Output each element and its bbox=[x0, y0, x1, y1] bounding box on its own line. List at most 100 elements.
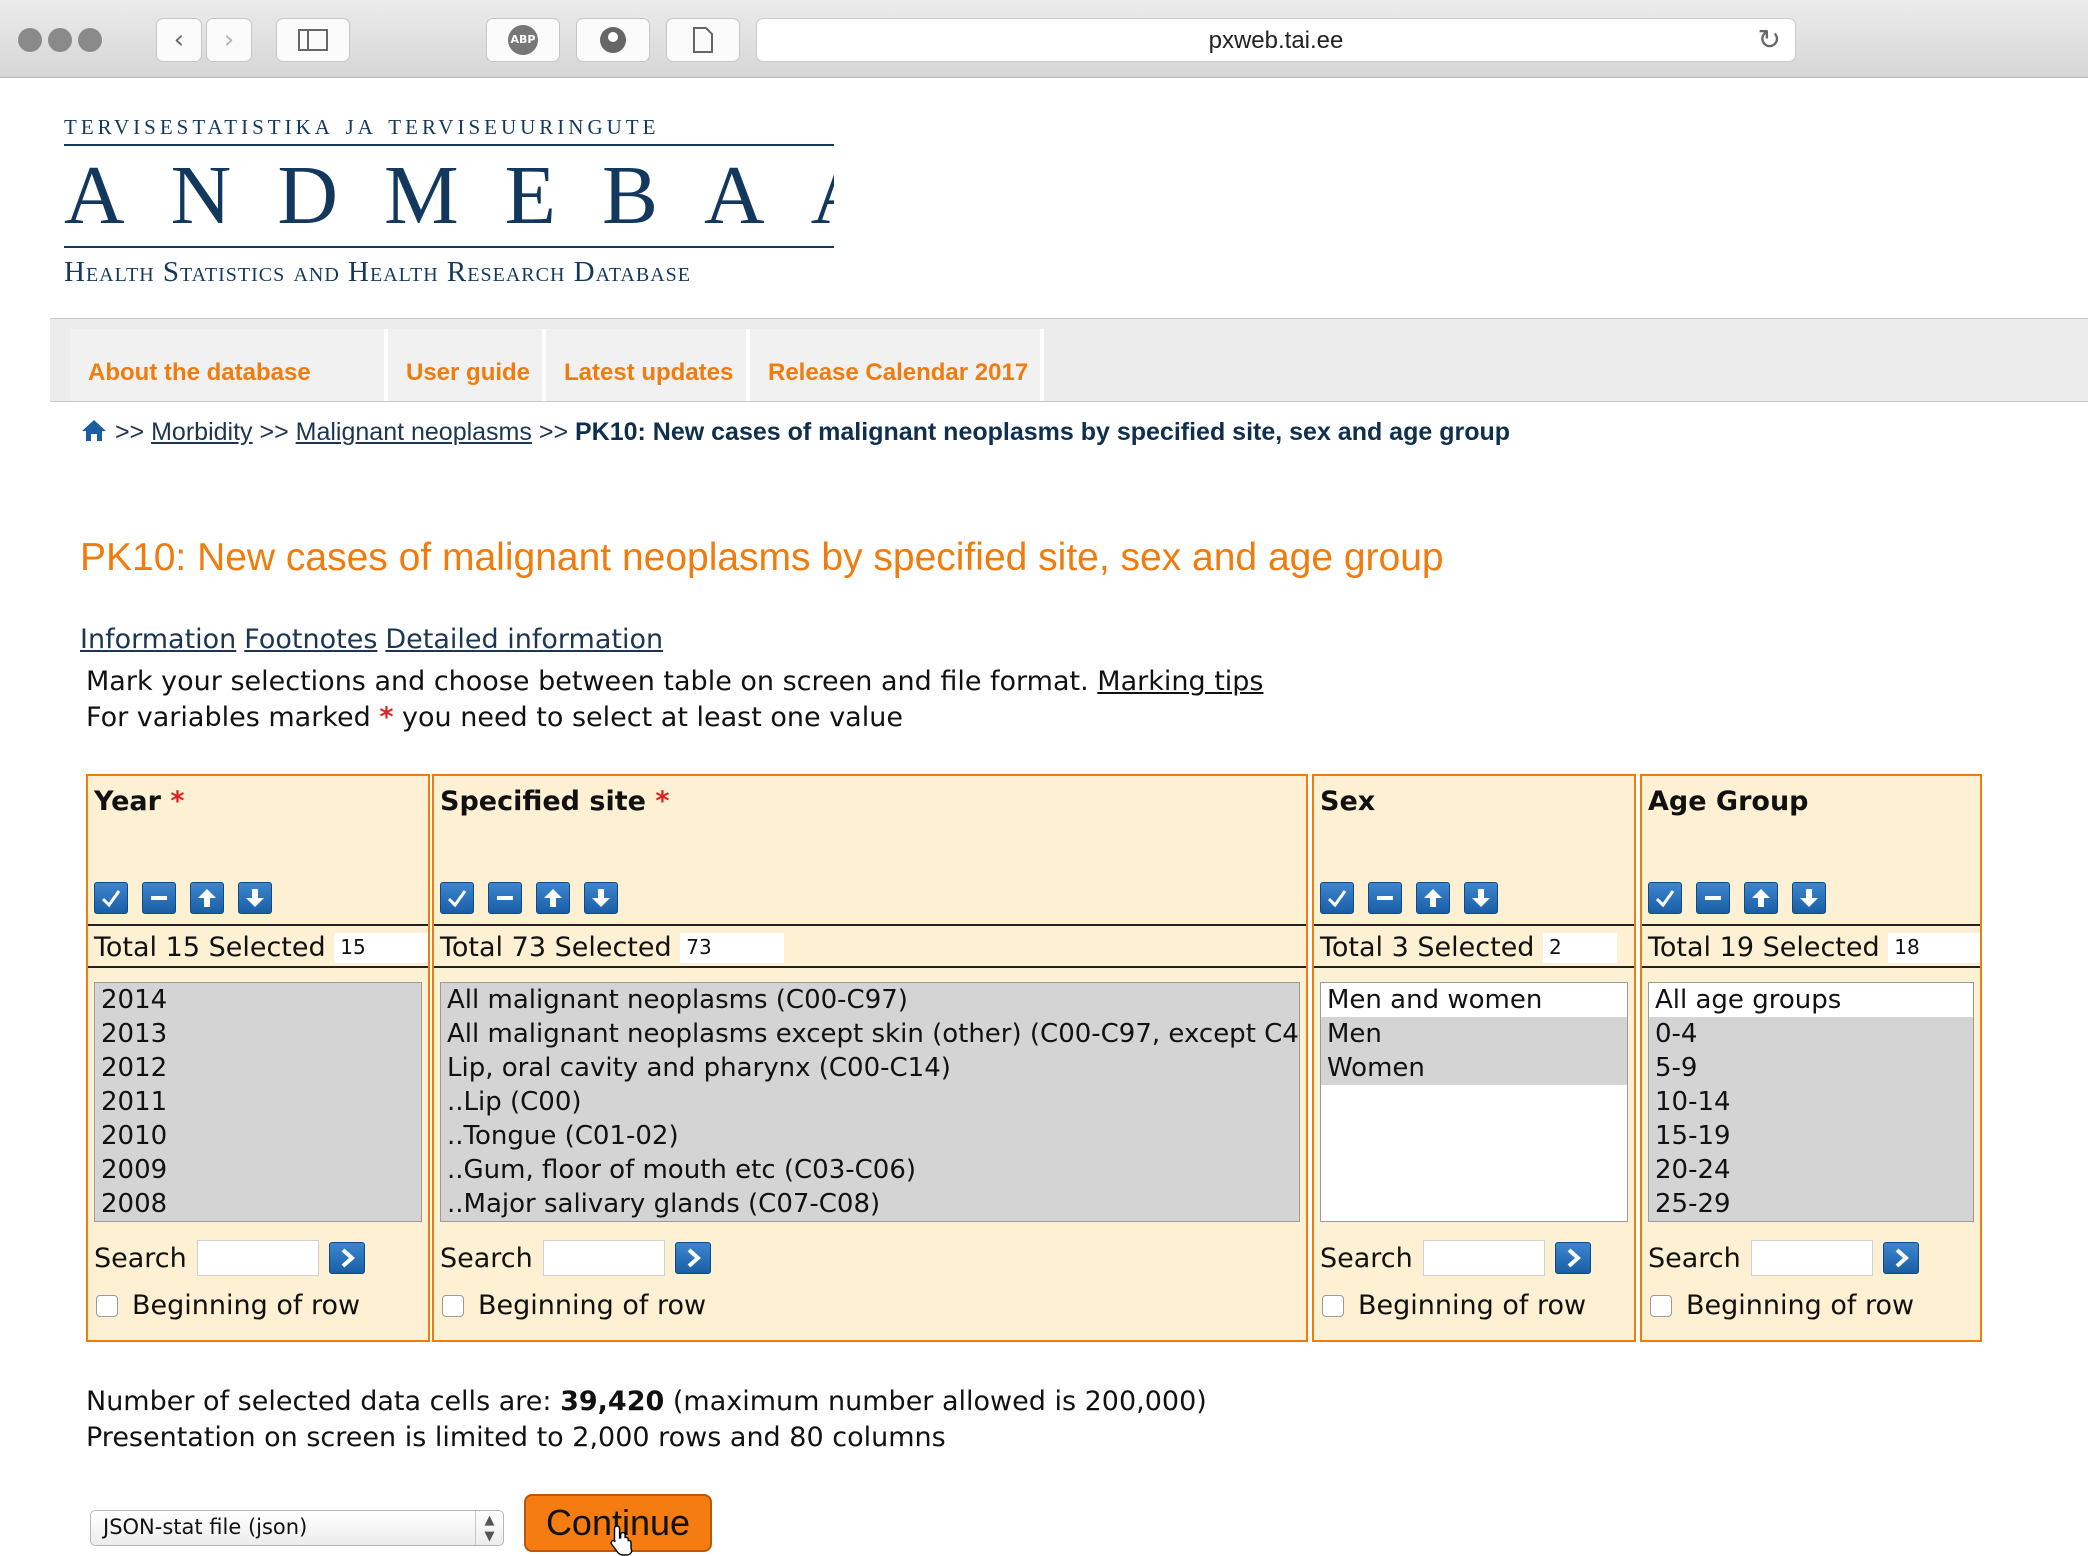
breadcrumb-morbidity[interactable]: Morbidity bbox=[151, 418, 252, 446]
list-item[interactable]: Women bbox=[1321, 1051, 1627, 1085]
window-close-button[interactable] bbox=[18, 28, 42, 52]
cells-value: 39,420 bbox=[560, 1386, 665, 1417]
list-item[interactable]: 25-29 bbox=[1649, 1187, 1973, 1221]
search-input[interactable] bbox=[542, 1240, 665, 1276]
search-input[interactable] bbox=[1422, 1240, 1545, 1276]
beginning-of-row-checkbox[interactable] bbox=[96, 1294, 118, 1317]
list-item[interactable]: 2008 bbox=[95, 1187, 421, 1221]
sort-ascending-button[interactable] bbox=[536, 882, 570, 914]
beginning-of-row-option: Beginning of row bbox=[442, 1290, 706, 1321]
search-label: Search bbox=[94, 1242, 187, 1274]
sidebar-button[interactable] bbox=[276, 18, 350, 62]
list-item[interactable]: ..Major salivary glands (C07-C08) bbox=[441, 1187, 1299, 1221]
list-item[interactable]: ..Lip (C00) bbox=[441, 1085, 1299, 1119]
deselect-all-button[interactable] bbox=[142, 882, 176, 914]
deselect-all-icon bbox=[1377, 896, 1393, 900]
variable-box-specified-site: Specified site * Total 73 Selected 73 All … bbox=[432, 774, 1308, 1342]
back-button[interactable]: ‹ bbox=[156, 18, 202, 62]
nav-latest-updates[interactable]: Latest updates bbox=[546, 329, 750, 401]
sort-ascending-icon bbox=[1424, 889, 1442, 907]
sort-ascending-icon bbox=[1752, 889, 1770, 907]
list-item[interactable]: Men and women bbox=[1321, 983, 1627, 1017]
select-all-button[interactable] bbox=[1648, 882, 1682, 914]
search-input[interactable] bbox=[1750, 1240, 1873, 1276]
forward-button[interactable]: › bbox=[206, 18, 252, 62]
search-input[interactable] bbox=[196, 1240, 319, 1276]
list-item[interactable]: 15-19 bbox=[1649, 1119, 1973, 1153]
address-bar[interactable]: pxweb.tai.ee ↻ bbox=[756, 18, 1796, 62]
marking-tips-link[interactable]: Marking tips bbox=[1097, 666, 1263, 697]
select-all-button[interactable] bbox=[1320, 882, 1354, 914]
search-go-button[interactable] bbox=[328, 1242, 365, 1274]
extension-button[interactable] bbox=[576, 18, 650, 62]
window-zoom-button[interactable] bbox=[78, 28, 102, 52]
list-item[interactable]: Men bbox=[1321, 1017, 1627, 1051]
select-all-button[interactable] bbox=[440, 882, 474, 914]
reader-button[interactable] bbox=[666, 18, 740, 62]
list-item[interactable]: All age groups bbox=[1649, 983, 1973, 1017]
list-item[interactable]: 2009 bbox=[95, 1153, 421, 1187]
sort-ascending-button[interactable] bbox=[190, 882, 224, 914]
sort-descending-button[interactable] bbox=[1464, 882, 1498, 914]
search-row: Search bbox=[1320, 1240, 1591, 1276]
beginning-of-row-checkbox[interactable] bbox=[1650, 1294, 1672, 1317]
values-listbox[interactable]: All age groups 0-4 5-9 10-14 15-19 20-24 25-29 bbox=[1648, 982, 1974, 1222]
instructions: Mark your selections and choose between … bbox=[86, 664, 1264, 736]
sort-descending-button[interactable] bbox=[584, 882, 618, 914]
list-item[interactable]: ..Gum, floor of mouth etc (C03-C06) bbox=[441, 1153, 1299, 1187]
list-item[interactable]: All malignant neoplasms (C00-C97) bbox=[441, 983, 1299, 1017]
list-item[interactable]: All malignant neoplasms except skin (oth… bbox=[441, 1017, 1299, 1051]
nav-about[interactable]: About the database bbox=[70, 329, 388, 401]
sort-ascending-button[interactable] bbox=[1744, 882, 1778, 914]
home-icon[interactable] bbox=[80, 418, 108, 442]
sort-ascending-button[interactable] bbox=[1416, 882, 1450, 914]
selected-count: 15 bbox=[334, 933, 429, 963]
list-item[interactable]: 0-4 bbox=[1649, 1017, 1973, 1051]
beginning-of-row-label: Beginning of row bbox=[1358, 1290, 1587, 1321]
arrow-right-icon bbox=[1895, 1248, 1909, 1268]
hand-cursor-icon bbox=[610, 1525, 633, 1556]
site-logo[interactable]: Tervisestatistika ja terviseuuringute AN… bbox=[64, 108, 834, 289]
list-item[interactable]: 20-24 bbox=[1649, 1153, 1973, 1187]
sort-descending-icon bbox=[592, 889, 610, 907]
breadcrumb-malignant-neoplasms[interactable]: Malignant neoplasms bbox=[296, 418, 532, 446]
beginning-of-row-checkbox[interactable] bbox=[1322, 1294, 1344, 1317]
information-link[interactable]: Information bbox=[80, 624, 236, 655]
page-icon bbox=[693, 27, 713, 53]
output-format-select[interactable]: JSON-stat file (json) ▲ ▼ bbox=[90, 1510, 504, 1546]
values-listbox[interactable]: All malignant neoplasms (C00-C97) All mal… bbox=[440, 982, 1300, 1222]
beginning-of-row-checkbox[interactable] bbox=[442, 1294, 464, 1317]
selected-count: 18 bbox=[1888, 933, 1981, 963]
search-go-button[interactable] bbox=[1882, 1242, 1919, 1274]
deselect-all-button[interactable] bbox=[1696, 882, 1730, 914]
search-row: Search bbox=[440, 1240, 711, 1276]
list-item[interactable]: 5-9 bbox=[1649, 1051, 1973, 1085]
values-listbox[interactable]: 2014 2013 2012 2011 2010 2009 2008 bbox=[94, 982, 422, 1222]
nav-release-calendar[interactable]: Release Calendar 2017 bbox=[750, 329, 1044, 401]
list-item[interactable]: 2014 bbox=[95, 983, 421, 1017]
deselect-all-button[interactable] bbox=[1368, 882, 1402, 914]
list-item[interactable]: ..Tongue (C01-02) bbox=[441, 1119, 1299, 1153]
detailed-information-link[interactable]: Detailed information bbox=[385, 624, 663, 655]
list-item[interactable]: Lip, oral cavity and pharynx (C00-C14) bbox=[441, 1051, 1299, 1085]
values-listbox[interactable]: Men and women Men Women bbox=[1320, 982, 1628, 1222]
footnotes-link[interactable]: Footnotes bbox=[244, 624, 377, 655]
window-minimize-button[interactable] bbox=[48, 28, 72, 52]
deselect-all-button[interactable] bbox=[488, 882, 522, 914]
chevron-left-icon: ‹ bbox=[173, 25, 185, 55]
variable-title: Sex bbox=[1320, 786, 1376, 817]
list-item[interactable]: 2012 bbox=[95, 1051, 421, 1085]
adblock-button[interactable]: ABP bbox=[486, 18, 560, 62]
list-item[interactable]: 10-14 bbox=[1649, 1085, 1973, 1119]
search-go-button[interactable] bbox=[1554, 1242, 1591, 1274]
select-all-button[interactable] bbox=[94, 882, 128, 914]
search-go-button[interactable] bbox=[674, 1242, 711, 1274]
nav-user-guide[interactable]: User guide bbox=[388, 329, 546, 401]
list-item[interactable]: 2010 bbox=[95, 1119, 421, 1153]
list-item[interactable]: 2011 bbox=[95, 1085, 421, 1119]
deselect-all-icon bbox=[497, 896, 513, 900]
reload-icon[interactable]: ↻ bbox=[1758, 23, 1781, 56]
sort-descending-button[interactable] bbox=[238, 882, 272, 914]
sort-descending-button[interactable] bbox=[1792, 882, 1826, 914]
list-item[interactable]: 2013 bbox=[95, 1017, 421, 1051]
